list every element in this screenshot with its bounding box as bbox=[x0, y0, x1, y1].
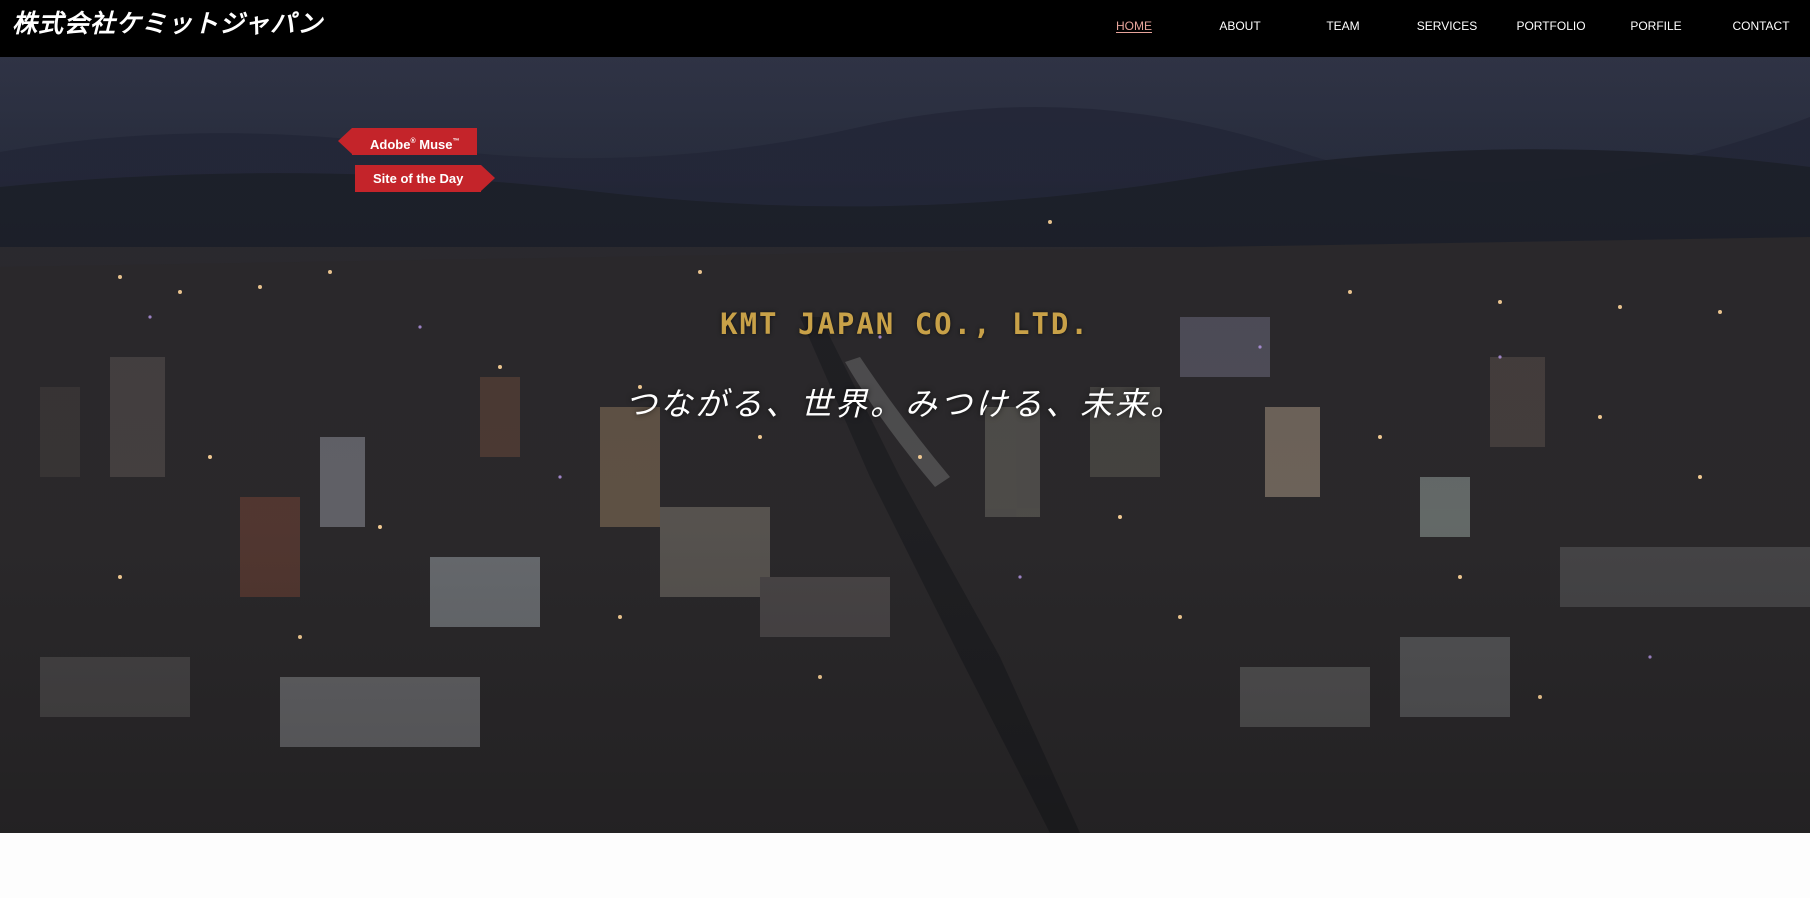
nav-about[interactable]: ABOUT bbox=[1210, 17, 1270, 35]
nav-portfolio[interactable]: PORTFOLIO bbox=[1514, 17, 1588, 35]
award-line1b: Muse bbox=[419, 137, 453, 152]
nav-services[interactable]: SERVICES bbox=[1412, 17, 1482, 35]
site-of-the-day-ribbon[interactable]: Site of the Day bbox=[355, 165, 496, 192]
nav-porfile[interactable]: PORFILE bbox=[1626, 17, 1686, 35]
award-line1: Adobe bbox=[370, 137, 411, 152]
nav-team[interactable]: TEAM bbox=[1316, 17, 1370, 35]
company-name-headline: KMT JAPAN CO., LTD. bbox=[720, 307, 1090, 341]
hero-section: Adobe® Muse™ Site of the Day KMT JAPAN C… bbox=[0, 57, 1810, 833]
content-section-top bbox=[0, 833, 1810, 898]
hero-tagline: つながる、世界。みつける、未来。 bbox=[624, 385, 1185, 423]
adobe-muse-ribbon[interactable]: Adobe® Muse™ bbox=[337, 128, 478, 155]
hero-dark-overlay bbox=[0, 57, 1810, 833]
top-navigation-bar: 株式会社ケミットジャパン HOME ABOUT TEAM SERVICES PO… bbox=[0, 0, 1810, 57]
company-logo[interactable]: 株式会社ケミットジャパン bbox=[12, 6, 323, 42]
nav-home[interactable]: HOME bbox=[1106, 17, 1162, 35]
nav-contact[interactable]: CONTACT bbox=[1728, 17, 1794, 35]
